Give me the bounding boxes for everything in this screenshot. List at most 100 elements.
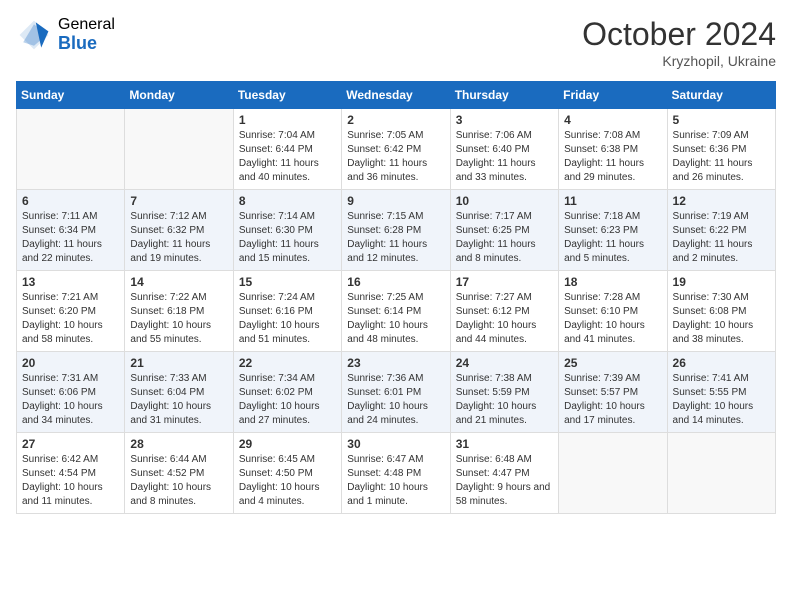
day-number: 25 — [564, 356, 661, 370]
title-block: October 2024 Kryzhopil, Ukraine — [582, 16, 776, 69]
day-number: 1 — [239, 113, 336, 127]
day-info: Sunrise: 7:15 AM Sunset: 6:28 PM Dayligh… — [347, 210, 444, 266]
calendar-cell: 31Sunrise: 6:48 AM Sunset: 4:47 PM Dayli… — [450, 433, 558, 514]
calendar-cell: 30 Sunrise: 6:47 AM Sunset: 4:48 PM Dayli… — [342, 433, 450, 514]
day-number: 29 — [239, 437, 336, 451]
logo: General Blue — [16, 16, 115, 53]
day-number: 22 — [239, 356, 336, 370]
calendar-cell: 29Sunrise: 6:45 AM Sunset: 4:50 PM Dayli… — [233, 433, 341, 514]
calendar-cell: 10 Sunrise: 7:17 AM Sunset: 6:25 PM Dayli… — [450, 190, 558, 271]
calendar-cell: 14 Sunrise: 7:22 AM Sunset: 6:18 PM Dayli… — [125, 271, 233, 352]
calendar-cell: 12Sunrise: 7:19 AM Sunset: 6:22 PM Dayli… — [667, 190, 775, 271]
day-info: Sunrise: 7:04 AM Sunset: 6:44 PM Dayligh… — [239, 129, 336, 185]
logo-general: General — [58, 16, 115, 34]
day-info: Sunrise: 7:27 AM Sunset: 6:12 PM Dayligh… — [456, 291, 553, 347]
calendar-cell: 5 Sunrise: 7:09 AM Sunset: 6:36 PM Daylig… — [667, 109, 775, 190]
calendar-cell: 15 Sunrise: 7:24 AM Sunset: 6:16 PM Dayli… — [233, 271, 341, 352]
weekday-header-monday: Monday — [125, 82, 233, 109]
day-info: Sunrise: 7:33 AM Sunset: 6:04 PM Dayligh… — [130, 372, 227, 428]
day-info: Sunrise: 7:25 AM Sunset: 6:14 PM Dayligh… — [347, 291, 444, 347]
day-info: Sunrise: 7:09 AM Sunset: 6:36 PM Dayligh… — [673, 129, 770, 185]
day-number: 3 — [456, 113, 553, 127]
day-info: Sunrise: 7:31 AM Sunset: 6:06 PM Dayligh… — [22, 372, 119, 428]
calendar-cell — [559, 433, 667, 514]
calendar-cell: 4 Sunrise: 7:08 AM Sunset: 6:38 PM Daylig… — [559, 109, 667, 190]
calendar-cell — [17, 109, 125, 190]
day-number: 20 — [22, 356, 119, 370]
day-info: Sunrise: 7:06 AM Sunset: 6:40 PM Dayligh… — [456, 129, 553, 185]
day-info: Sunrise: 7:12 AM Sunset: 6:32 PM Dayligh… — [130, 210, 227, 266]
calendar-week-row: 27Sunrise: 6:42 AM Sunset: 4:54 PM Dayli… — [17, 433, 776, 514]
day-number: 6 — [22, 194, 119, 208]
day-info: Sunrise: 7:18 AM Sunset: 6:23 PM Dayligh… — [564, 210, 661, 266]
day-info: Sunrise: 7:11 AM Sunset: 6:34 PM Dayligh… — [22, 210, 119, 266]
logo-blue: Blue — [58, 34, 115, 54]
weekday-header-saturday: Saturday — [667, 82, 775, 109]
day-info: Sunrise: 7:21 AM Sunset: 6:20 PM Dayligh… — [22, 291, 119, 347]
logo-icon — [16, 17, 52, 53]
calendar-week-row: 1 Sunrise: 7:04 AM Sunset: 6:44 PM Daylig… — [17, 109, 776, 190]
day-number: 28 — [130, 437, 227, 451]
day-number: 24 — [456, 356, 553, 370]
day-number: 5 — [673, 113, 770, 127]
logo-text: General Blue — [58, 16, 115, 53]
calendar-cell: 7Sunrise: 7:12 AM Sunset: 6:32 PM Daylig… — [125, 190, 233, 271]
calendar-cell: 24 Sunrise: 7:38 AM Sunset: 5:59 PM Dayli… — [450, 352, 558, 433]
day-number: 30 — [347, 437, 444, 451]
day-info: Sunrise: 7:39 AM Sunset: 5:57 PM Dayligh… — [564, 372, 661, 428]
day-number: 15 — [239, 275, 336, 289]
calendar-cell: 2 Sunrise: 7:05 AM Sunset: 6:42 PM Daylig… — [342, 109, 450, 190]
weekday-header-friday: Friday — [559, 82, 667, 109]
weekday-header-sunday: Sunday — [17, 82, 125, 109]
calendar-cell: 20 Sunrise: 7:31 AM Sunset: 6:06 PM Dayli… — [17, 352, 125, 433]
day-info: Sunrise: 7:22 AM Sunset: 6:18 PM Dayligh… — [130, 291, 227, 347]
calendar-cell: 22 Sunrise: 7:34 AM Sunset: 6:02 PM Dayli… — [233, 352, 341, 433]
day-info: Sunrise: 7:17 AM Sunset: 6:25 PM Dayligh… — [456, 210, 553, 266]
calendar-cell: 23 Sunrise: 7:36 AM Sunset: 6:01 PM Dayli… — [342, 352, 450, 433]
day-number: 21 — [130, 356, 227, 370]
day-number: 4 — [564, 113, 661, 127]
day-info: Sunrise: 7:38 AM Sunset: 5:59 PM Dayligh… — [456, 372, 553, 428]
calendar-cell: 8Sunrise: 7:14 AM Sunset: 6:30 PM Daylig… — [233, 190, 341, 271]
calendar-week-row: 13Sunrise: 7:21 AM Sunset: 6:20 PM Dayli… — [17, 271, 776, 352]
calendar-cell — [125, 109, 233, 190]
calendar-cell: 1 Sunrise: 7:04 AM Sunset: 6:44 PM Daylig… — [233, 109, 341, 190]
calendar-cell: 25 Sunrise: 7:39 AM Sunset: 5:57 PM Dayli… — [559, 352, 667, 433]
day-info: Sunrise: 7:05 AM Sunset: 6:42 PM Dayligh… — [347, 129, 444, 185]
calendar-week-row: 20 Sunrise: 7:31 AM Sunset: 6:06 PM Dayli… — [17, 352, 776, 433]
calendar-cell: 16Sunrise: 7:25 AM Sunset: 6:14 PM Dayli… — [342, 271, 450, 352]
day-info: Sunrise: 7:24 AM Sunset: 6:16 PM Dayligh… — [239, 291, 336, 347]
day-info: Sunrise: 7:08 AM Sunset: 6:38 PM Dayligh… — [564, 129, 661, 185]
day-info: Sunrise: 6:44 AM Sunset: 4:52 PM Dayligh… — [130, 453, 227, 509]
day-number: 23 — [347, 356, 444, 370]
day-info: Sunrise: 6:42 AM Sunset: 4:54 PM Dayligh… — [22, 453, 119, 509]
day-number: 19 — [673, 275, 770, 289]
calendar-cell — [667, 433, 775, 514]
calendar-body: 1 Sunrise: 7:04 AM Sunset: 6:44 PM Daylig… — [17, 109, 776, 514]
calendar-cell: 28 Sunrise: 6:44 AM Sunset: 4:52 PM Dayli… — [125, 433, 233, 514]
calendar-week-row: 6 Sunrise: 7:11 AM Sunset: 6:34 PM Daylig… — [17, 190, 776, 271]
day-info: Sunrise: 6:47 AM Sunset: 4:48 PM Dayligh… — [347, 453, 444, 509]
day-number: 10 — [456, 194, 553, 208]
day-number: 8 — [239, 194, 336, 208]
day-number: 2 — [347, 113, 444, 127]
weekday-header-tuesday: Tuesday — [233, 82, 341, 109]
calendar-cell: 27Sunrise: 6:42 AM Sunset: 4:54 PM Dayli… — [17, 433, 125, 514]
day-info: Sunrise: 7:19 AM Sunset: 6:22 PM Dayligh… — [673, 210, 770, 266]
calendar-cell: 9 Sunrise: 7:15 AM Sunset: 6:28 PM Daylig… — [342, 190, 450, 271]
day-number: 17 — [456, 275, 553, 289]
day-number: 18 — [564, 275, 661, 289]
location-subtitle: Kryzhopil, Ukraine — [582, 53, 776, 69]
day-info: Sunrise: 6:48 AM Sunset: 4:47 PM Dayligh… — [456, 453, 553, 509]
day-info: Sunrise: 7:30 AM Sunset: 6:08 PM Dayligh… — [673, 291, 770, 347]
weekday-header-thursday: Thursday — [450, 82, 558, 109]
day-info: Sunrise: 7:36 AM Sunset: 6:01 PM Dayligh… — [347, 372, 444, 428]
day-number: 14 — [130, 275, 227, 289]
calendar-cell: 6 Sunrise: 7:11 AM Sunset: 6:34 PM Daylig… — [17, 190, 125, 271]
weekday-header-wednesday: Wednesday — [342, 82, 450, 109]
day-info: Sunrise: 7:34 AM Sunset: 6:02 PM Dayligh… — [239, 372, 336, 428]
day-info: Sunrise: 7:28 AM Sunset: 6:10 PM Dayligh… — [564, 291, 661, 347]
calendar-cell: 18 Sunrise: 7:28 AM Sunset: 6:10 PM Dayli… — [559, 271, 667, 352]
day-number: 26 — [673, 356, 770, 370]
day-number: 9 — [347, 194, 444, 208]
